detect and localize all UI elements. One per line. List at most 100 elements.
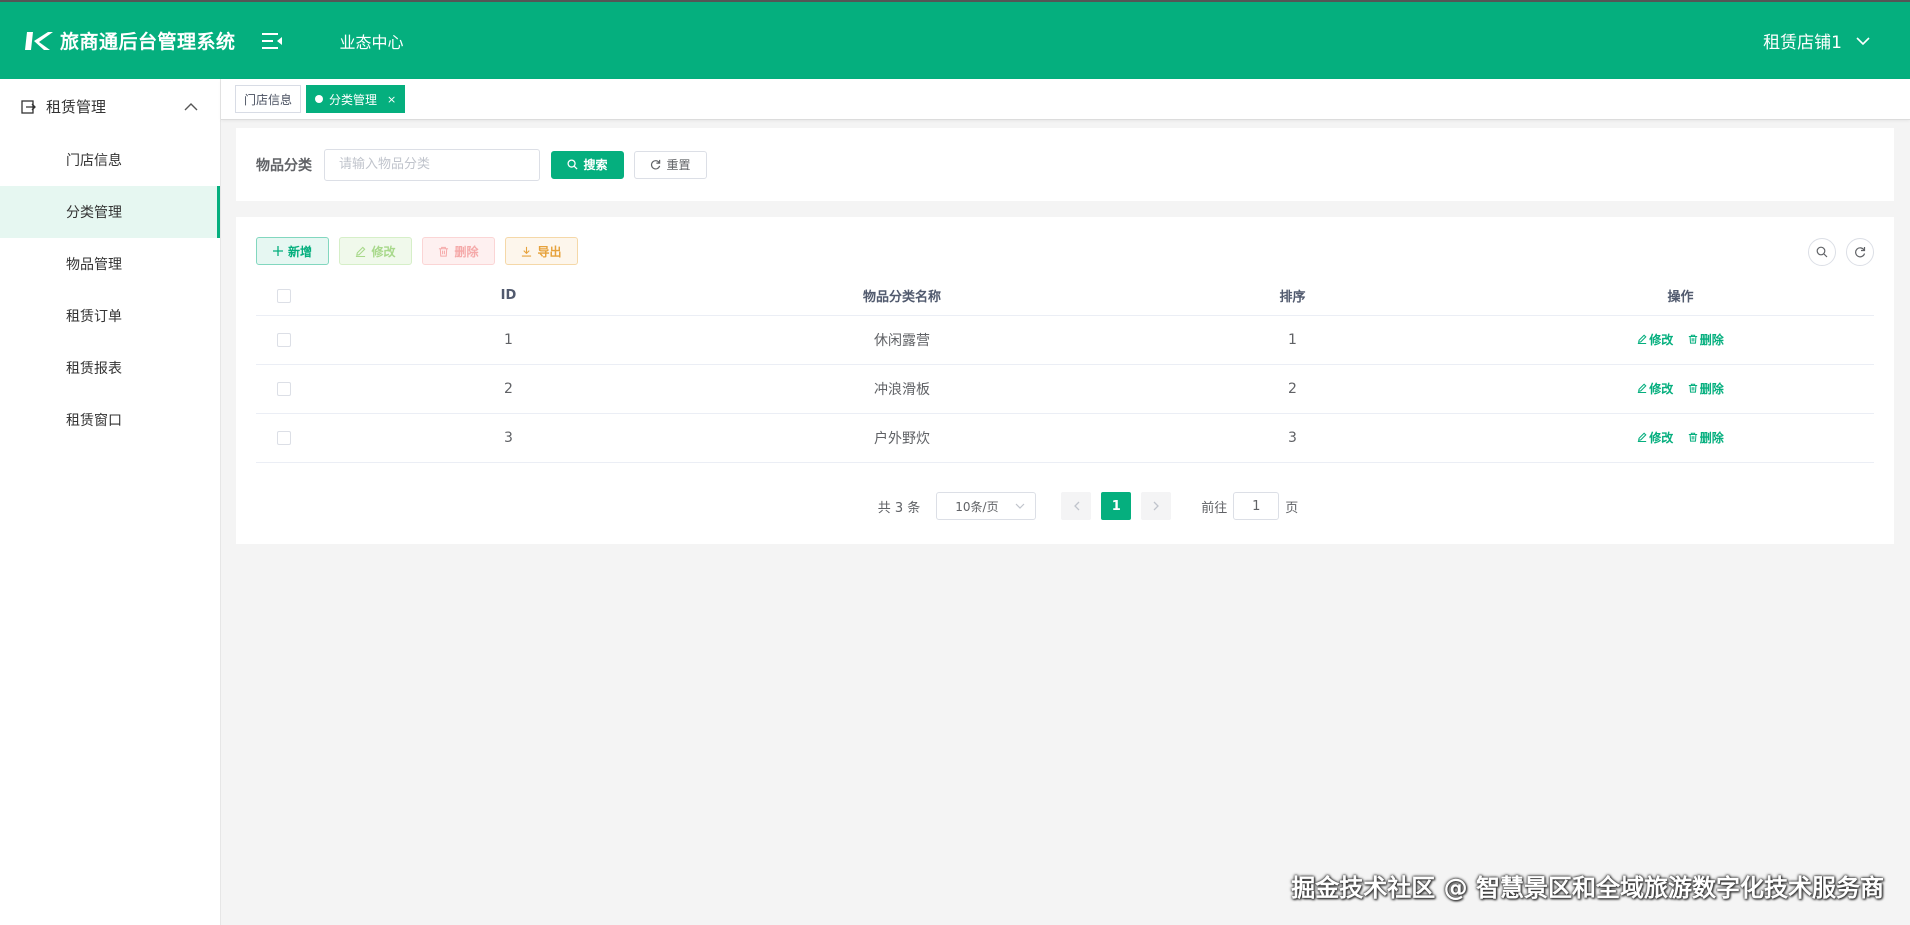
delete-button[interactable]: 删除 bbox=[422, 237, 495, 265]
exit-box-icon bbox=[21, 99, 36, 114]
edit-icon bbox=[1638, 432, 1647, 443]
category-label: 物品分类 bbox=[256, 157, 312, 174]
row-delete-link[interactable]: 删除 bbox=[1688, 429, 1724, 446]
edit-icon bbox=[1638, 383, 1647, 394]
cell-actions: 修改 删除 bbox=[1487, 364, 1874, 414]
row-checkbox[interactable] bbox=[276, 430, 291, 445]
app-title: 旅商通后台管理系统 bbox=[60, 31, 236, 53]
search-button[interactable]: 搜索 bbox=[551, 150, 624, 179]
page-number-1[interactable]: 1 bbox=[1101, 492, 1132, 520]
row-edit-link[interactable]: 修改 bbox=[1637, 331, 1673, 348]
table-row: 1 休闲露营 1 修改 删除 bbox=[256, 315, 1874, 365]
page-size-select[interactable]: 10条/页 bbox=[936, 492, 1037, 520]
sidebar-item-goods[interactable]: 物品管理 bbox=[0, 238, 220, 290]
edit-button[interactable]: 修改 bbox=[339, 237, 412, 265]
next-page-button[interactable] bbox=[1141, 492, 1172, 520]
add-button[interactable]: 新增 bbox=[256, 237, 329, 265]
select-all-checkbox[interactable] bbox=[276, 288, 291, 303]
category-table: ID 物品分类名称 排序 操作 1 休闲露营 1 修改 删除 2 冲浪滑板 2 … bbox=[256, 277, 1874, 463]
row-delete-label: 删除 bbox=[1699, 381, 1724, 396]
user-store-name: 租赁店铺1 bbox=[1763, 33, 1842, 53]
top-header: 旅商通后台管理系统 业态中心 租赁店铺1 bbox=[0, 0, 1910, 79]
cell-name: 冲浪滑板 bbox=[706, 364, 1098, 414]
cell-name: 户外野炊 bbox=[706, 413, 1098, 463]
sidebar-group-rental[interactable]: 租赁管理 bbox=[0, 79, 220, 134]
nav-business-center[interactable]: 业态中心 bbox=[340, 29, 404, 53]
trash-icon bbox=[439, 246, 449, 257]
column-header-sort: 排序 bbox=[1098, 277, 1487, 316]
cell-actions: 修改 删除 bbox=[1487, 315, 1874, 365]
sidebar-item-reports[interactable]: 租赁报表 bbox=[0, 342, 220, 394]
pagination: 共 3 条 10条/页 1 前往 页 bbox=[236, 492, 1894, 520]
edit-button-label: 修改 bbox=[371, 244, 396, 259]
trash-icon bbox=[1688, 384, 1697, 393]
export-button-label: 导出 bbox=[537, 244, 562, 259]
edit-icon bbox=[1638, 334, 1647, 345]
export-button[interactable]: 导出 bbox=[505, 237, 578, 265]
table-right-tools bbox=[1798, 238, 1874, 266]
delete-button-label: 删除 bbox=[454, 244, 479, 259]
cell-id: 1 bbox=[311, 315, 706, 365]
sidebar-group-label: 租赁管理 bbox=[46, 98, 107, 116]
row-checkbox[interactable] bbox=[276, 381, 291, 396]
sidebar-item-category[interactable]: 分类管理 bbox=[0, 186, 220, 238]
goto-page-input[interactable] bbox=[1233, 492, 1280, 520]
goto-prefix: 前往 bbox=[1201, 500, 1228, 516]
row-checkbox[interactable] bbox=[276, 332, 291, 347]
prev-page-button[interactable] bbox=[1061, 492, 1092, 520]
logo[interactable]: 旅商通后台管理系统 bbox=[24, 27, 236, 54]
row-edit-label: 修改 bbox=[1649, 430, 1674, 445]
search-icon bbox=[567, 159, 579, 170]
chevron-right-icon bbox=[1153, 501, 1159, 511]
tab-store-info[interactable]: 门店信息 bbox=[235, 85, 302, 113]
tab-label: 分类管理 bbox=[329, 92, 378, 107]
column-header-actions: 操作 bbox=[1487, 277, 1874, 316]
user-store-menu[interactable]: 租赁店铺1 bbox=[1763, 28, 1870, 53]
page-jumper: 前往 页 bbox=[1201, 492, 1298, 520]
table-card: 新增 修改 删除 导出 ID 物品分类名称 排序 操作 1 休闲露营 1 修改 … bbox=[236, 217, 1894, 544]
row-edit-label: 修改 bbox=[1649, 381, 1674, 396]
watermark: 掘金技术社区 @ 智慧景区和全域旅游数字化技术服务商 bbox=[1291, 874, 1884, 902]
download-icon bbox=[522, 246, 532, 257]
tab-label: 门店信息 bbox=[244, 92, 293, 107]
logo-icon bbox=[25, 31, 53, 50]
row-edit-label: 修改 bbox=[1649, 332, 1674, 347]
cell-sort: 3 bbox=[1098, 413, 1487, 463]
refresh-icon bbox=[651, 159, 661, 170]
sidebar-toggle-icon[interactable] bbox=[260, 29, 284, 53]
tab-category[interactable]: 分类管理 × bbox=[306, 85, 406, 113]
cell-id: 2 bbox=[311, 364, 706, 414]
column-header-name: 物品分类名称 bbox=[706, 277, 1098, 316]
search-button-label: 搜索 bbox=[583, 158, 608, 172]
close-icon[interactable]: × bbox=[387, 93, 396, 106]
page-size-value: 10条/页 bbox=[955, 499, 999, 514]
sidebar-item-store-info[interactable]: 门店信息 bbox=[0, 134, 220, 186]
row-delete-label: 删除 bbox=[1699, 430, 1724, 445]
active-dot-icon bbox=[315, 95, 324, 103]
trash-icon bbox=[1688, 433, 1697, 442]
table-row: 2 冲浪滑板 2 修改 删除 bbox=[256, 364, 1874, 414]
sidebar-item-orders[interactable]: 租赁订单 bbox=[0, 290, 220, 342]
table-header-row: ID 物品分类名称 排序 操作 bbox=[256, 277, 1874, 316]
plus-icon bbox=[272, 246, 283, 256]
chevron-down-icon bbox=[1015, 503, 1025, 509]
chevron-left-icon bbox=[1073, 501, 1080, 511]
row-delete-link[interactable]: 删除 bbox=[1688, 380, 1724, 397]
toggle-search-button[interactable] bbox=[1808, 238, 1836, 266]
cell-sort: 1 bbox=[1098, 315, 1487, 365]
refresh-icon bbox=[1855, 247, 1866, 258]
sidebar-item-window[interactable]: 租赁窗口 bbox=[0, 394, 220, 446]
refresh-button[interactable] bbox=[1846, 238, 1874, 266]
row-delete-link[interactable]: 删除 bbox=[1688, 331, 1724, 348]
table-row: 3 户外野炊 3 修改 删除 bbox=[256, 413, 1874, 463]
column-header-id: ID bbox=[311, 277, 706, 316]
row-select-cell bbox=[256, 315, 311, 365]
search-icon bbox=[1816, 246, 1828, 258]
row-edit-link[interactable]: 修改 bbox=[1637, 380, 1673, 397]
category-search-input[interactable] bbox=[324, 148, 540, 181]
row-select-cell bbox=[256, 413, 311, 463]
reset-button[interactable]: 重置 bbox=[634, 150, 707, 179]
table-toolbar: 新增 修改 删除 导出 bbox=[256, 237, 588, 265]
pagination-total: 共 3 条 bbox=[877, 500, 921, 516]
row-edit-link[interactable]: 修改 bbox=[1637, 429, 1673, 446]
